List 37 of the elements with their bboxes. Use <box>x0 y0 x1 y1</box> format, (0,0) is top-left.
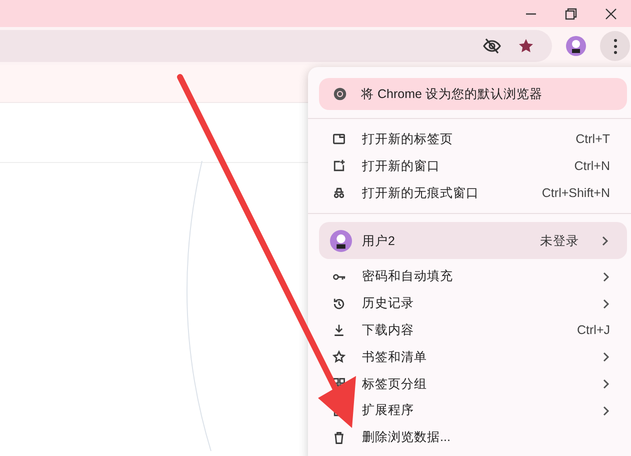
trash-icon <box>332 430 346 445</box>
menu-item[interactable]: 删除浏览数据... <box>308 424 631 451</box>
eye-off-icon[interactable] <box>483 38 501 54</box>
incognito-icon <box>332 186 346 200</box>
sign-in-status: 未登录 <box>540 232 579 250</box>
shortcut-text: Ctrl+Shift+N <box>542 184 610 202</box>
menu-item[interactable]: 下载内容 Ctrl+J <box>308 316 631 344</box>
menu-item[interactable]: 打开新的标签页 Ctrl+T <box>308 126 631 153</box>
chrome-logo-icon <box>333 87 347 101</box>
close-icon[interactable] <box>605 8 617 20</box>
default-browser-prompt[interactable]: 将 Chrome 设为您的默认浏览器 <box>319 78 627 110</box>
menu-item[interactable]: 历史记录 <box>308 290 631 317</box>
tab-icon <box>332 132 346 146</box>
menu-item[interactable]: 打开新的无痕式窗口 Ctrl+Shift+N <box>308 180 631 206</box>
profile-row[interactable]: 用户2 未登录 <box>319 222 627 260</box>
history-icon <box>332 296 346 311</box>
chevron-right-icon <box>602 298 610 309</box>
star-icon <box>332 350 346 364</box>
chevron-right-icon <box>601 236 609 246</box>
menu-item[interactable]: 书签和清单 <box>308 344 631 371</box>
shortcut-text: Ctrl+N <box>574 158 610 175</box>
profile-name: 用户2 <box>362 232 395 250</box>
chevron-right-icon <box>602 378 610 389</box>
chevron-right-icon <box>602 352 610 362</box>
chevron-right-icon <box>602 272 610 282</box>
menu-item[interactable]: 密码和自动填充 <box>308 263 631 290</box>
menu-item[interactable]: 打开新的窗口 Ctrl+N <box>308 152 631 180</box>
shortcut-text: Ctrl+T <box>576 131 610 148</box>
download-icon <box>332 323 346 338</box>
star-icon[interactable] <box>518 38 534 54</box>
avatar-icon <box>330 230 352 252</box>
window-plus-icon <box>332 159 346 174</box>
avatar-icon <box>566 36 586 56</box>
shortcut-text: Ctrl+J <box>577 322 610 339</box>
menu-button[interactable] <box>600 31 630 61</box>
restore-icon[interactable] <box>565 8 577 20</box>
chevron-right-icon <box>602 406 610 416</box>
